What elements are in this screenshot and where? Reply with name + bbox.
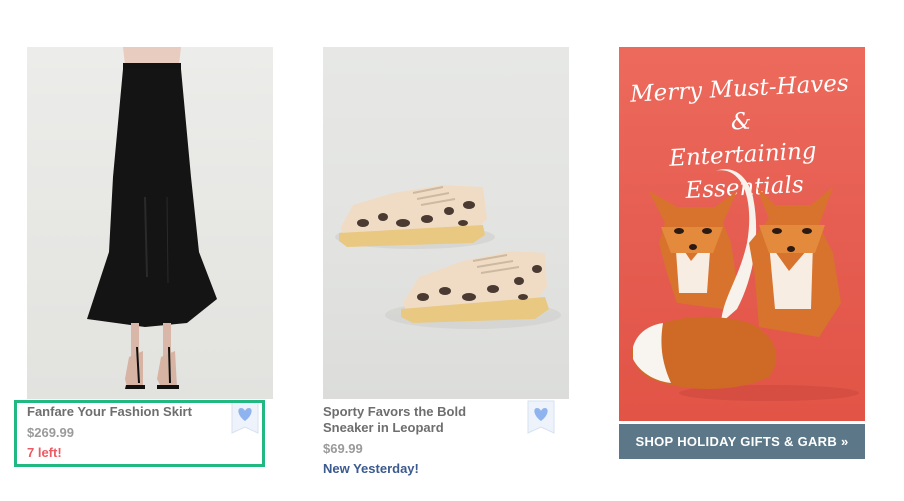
promo-banner[interactable]: Merry Must-Haves & Entertaining Essentia… bbox=[619, 47, 865, 421]
shop-holiday-gifts-link[interactable]: SHOP HOLIDAY GIFTS & GARB » bbox=[619, 424, 865, 459]
selection-highlight bbox=[14, 400, 265, 467]
new-badge: New Yesterday! bbox=[323, 461, 419, 476]
fox-figurines-illustration bbox=[631, 169, 859, 401]
product-grid: Fanfare Your Fashion Skirt $269.99 7 lef… bbox=[0, 0, 904, 501]
heart-icon bbox=[527, 400, 555, 434]
favorite-button-sneaker[interactable] bbox=[527, 400, 555, 434]
sneaker-photo bbox=[335, 185, 561, 329]
product-name[interactable]: Sporty Favors the Bold Sneaker in Leopar… bbox=[323, 404, 519, 436]
product-price: $69.99 bbox=[323, 441, 363, 456]
product-image-skirt[interactable] bbox=[27, 47, 273, 399]
product-image-sneaker[interactable] bbox=[323, 47, 569, 399]
skirt-photo bbox=[87, 47, 217, 389]
